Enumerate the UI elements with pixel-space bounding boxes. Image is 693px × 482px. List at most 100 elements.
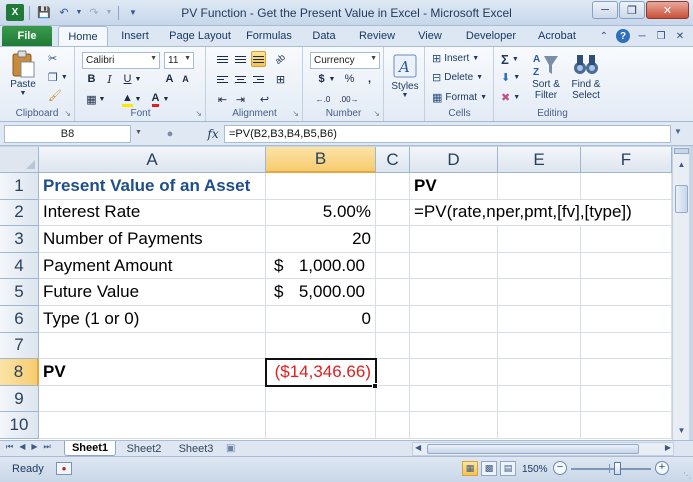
minimize-button[interactable]: ─	[592, 1, 618, 19]
page-layout-view-icon[interactable]: ▩	[481, 461, 497, 476]
cell-d8[interactable]	[410, 359, 498, 386]
cut-button[interactable]: ✂	[48, 52, 57, 65]
row-header-6[interactable]: 6	[0, 306, 39, 333]
bold-button[interactable]: B	[84, 71, 99, 87]
doc-close-icon[interactable]: ✕	[673, 29, 687, 43]
shrink-font-button[interactable]: A	[178, 71, 193, 87]
format-cells-button[interactable]: ▦ Format ▼	[432, 91, 487, 104]
cell-d10[interactable]	[410, 412, 498, 439]
cell-a10[interactable]	[39, 412, 266, 439]
cell-d5[interactable]	[410, 279, 498, 306]
row-header-3[interactable]: 3	[0, 226, 39, 253]
alignment-launcher-icon[interactable]: ↘	[292, 109, 299, 118]
find-select-button[interactable]: Find & Select	[567, 49, 605, 101]
number-launcher-icon[interactable]: ↘	[373, 109, 380, 118]
row-header-2[interactable]: 2	[0, 199, 39, 227]
currency-button[interactable]: $	[314, 71, 329, 87]
page-break-view-icon[interactable]: ▤	[500, 461, 516, 476]
row-header-7[interactable]: 7	[0, 332, 39, 360]
cell-e5[interactable]	[498, 279, 581, 306]
autosum-button[interactable]: Σ ▼	[501, 52, 519, 67]
paste-button[interactable]: Paste ▼	[8, 49, 38, 97]
scroll-down-icon[interactable]: ▼	[674, 423, 689, 438]
tab-page-layout[interactable]: Page Layout	[166, 26, 234, 46]
zoom-level[interactable]: 150%	[522, 464, 548, 475]
next-sheet-icon[interactable]: ▶	[31, 442, 37, 452]
scroll-up-icon[interactable]: ▲	[674, 157, 689, 172]
vertical-scrollbar[interactable]: ▲ ▼	[672, 147, 689, 440]
cell-f3[interactable]	[581, 226, 672, 253]
expand-formula-bar-icon[interactable]: ▼	[674, 127, 682, 136]
cell-f5[interactable]	[581, 279, 672, 306]
borders-dropdown-icon[interactable]: ▼	[98, 91, 106, 107]
tab-file[interactable]: File	[2, 26, 52, 46]
record-macro-icon[interactable]: ●	[56, 462, 72, 475]
worksheet-grid[interactable]: A B C D E F 1 2 3 4 5 6 7 8 9 10 Present…	[0, 147, 672, 440]
decrease-decimal-button[interactable]: .00→	[338, 91, 360, 107]
row-header-1[interactable]: 1	[0, 173, 39, 200]
orientation-button[interactable]: ab	[273, 51, 288, 67]
restore-button[interactable]: ❐	[619, 1, 645, 19]
row-header-4[interactable]: 4	[0, 252, 39, 280]
column-header-c[interactable]: C	[376, 147, 410, 173]
tab-data[interactable]: Data	[306, 26, 342, 46]
cell-f4[interactable]	[581, 252, 672, 280]
cell-f6[interactable]	[581, 306, 672, 333]
increase-decimal-button[interactable]: ←.0	[312, 91, 334, 107]
cell-d9[interactable]	[410, 385, 498, 413]
cell-a7[interactable]	[39, 332, 266, 360]
cell-b8[interactable]: ($14,346.66)	[265, 358, 377, 387]
increase-indent-button[interactable]: ⇥	[233, 91, 248, 107]
cell-d2[interactable]: =PV(rate,nper,pmt,[fv],[type])	[410, 200, 632, 227]
last-sheet-icon[interactable]: ⏭	[44, 442, 51, 452]
name-box[interactable]: B8	[4, 125, 131, 143]
sheet-tab-sheet2[interactable]: Sheet2	[120, 441, 168, 456]
wrap-text-button[interactable]: ↩	[257, 91, 272, 107]
cell-d7[interactable]	[410, 332, 498, 360]
formula-bar-splitter[interactable]: ●	[150, 125, 190, 143]
cell-e8[interactable]	[498, 359, 581, 386]
clipboard-launcher-icon[interactable]: ↘	[64, 109, 71, 118]
underline-dropdown-icon[interactable]: ▼	[134, 71, 142, 87]
scroll-right-icon[interactable]: ▶	[665, 443, 671, 452]
styles-button[interactable]: A Styles ▼	[390, 51, 420, 99]
cell-c3[interactable]	[376, 226, 410, 253]
sort-filter-button[interactable]: AZ Sort & Filter	[527, 49, 565, 101]
decrease-indent-button[interactable]: ⇤	[215, 91, 230, 107]
cell-c8[interactable]	[376, 359, 410, 386]
cell-e3[interactable]	[498, 226, 581, 253]
percent-button[interactable]: %	[342, 71, 357, 87]
font-color-button[interactable]: A	[148, 91, 163, 107]
column-header-e[interactable]: E	[498, 147, 581, 173]
cell-b6[interactable]: 0	[266, 306, 376, 333]
sheet-tab-sheet1[interactable]: Sheet1	[64, 441, 116, 456]
sheet-tab-sheet3[interactable]: Sheet3	[172, 441, 220, 456]
tab-insert[interactable]: Insert	[112, 26, 158, 46]
cell-b5[interactable]: $5,000.00	[266, 279, 376, 306]
horizontal-scrollbar[interactable]: ◀ ▶	[412, 442, 674, 456]
fill-handle[interactable]	[372, 383, 378, 389]
row-header-8[interactable]: 8	[0, 359, 39, 386]
row-header-9[interactable]: 9	[0, 385, 39, 413]
align-right-button[interactable]	[251, 71, 266, 87]
doc-restore-icon[interactable]: ❐	[654, 29, 668, 43]
zoom-out-button[interactable]: −	[553, 461, 567, 475]
cell-a8[interactable]: PV	[39, 359, 266, 386]
clear-button[interactable]: ✖ ▼	[501, 91, 520, 104]
cell-a9[interactable]	[39, 385, 266, 413]
comma-button[interactable]: ,	[362, 71, 377, 87]
tab-developer[interactable]: Developer	[458, 26, 524, 46]
column-header-f[interactable]: F	[581, 147, 672, 173]
tab-formulas[interactable]: Formulas	[240, 26, 298, 46]
align-left-button[interactable]	[215, 71, 230, 87]
name-box-dropdown-icon[interactable]: ▼	[135, 129, 142, 136]
number-format-combo[interactable]: Currency ▼	[310, 52, 380, 69]
row-header-10[interactable]: 10	[0, 412, 39, 439]
insert-cells-button[interactable]: ⊞ Insert ▼	[432, 52, 479, 65]
prev-sheet-icon[interactable]: ◀	[19, 442, 25, 452]
fill-color-button[interactable]: ▲	[120, 91, 135, 107]
resize-grip-icon[interactable]: ⋱	[683, 471, 691, 480]
cell-c5[interactable]	[376, 279, 410, 306]
cell-d3[interactable]	[410, 226, 498, 253]
column-header-b[interactable]: B	[266, 147, 376, 173]
